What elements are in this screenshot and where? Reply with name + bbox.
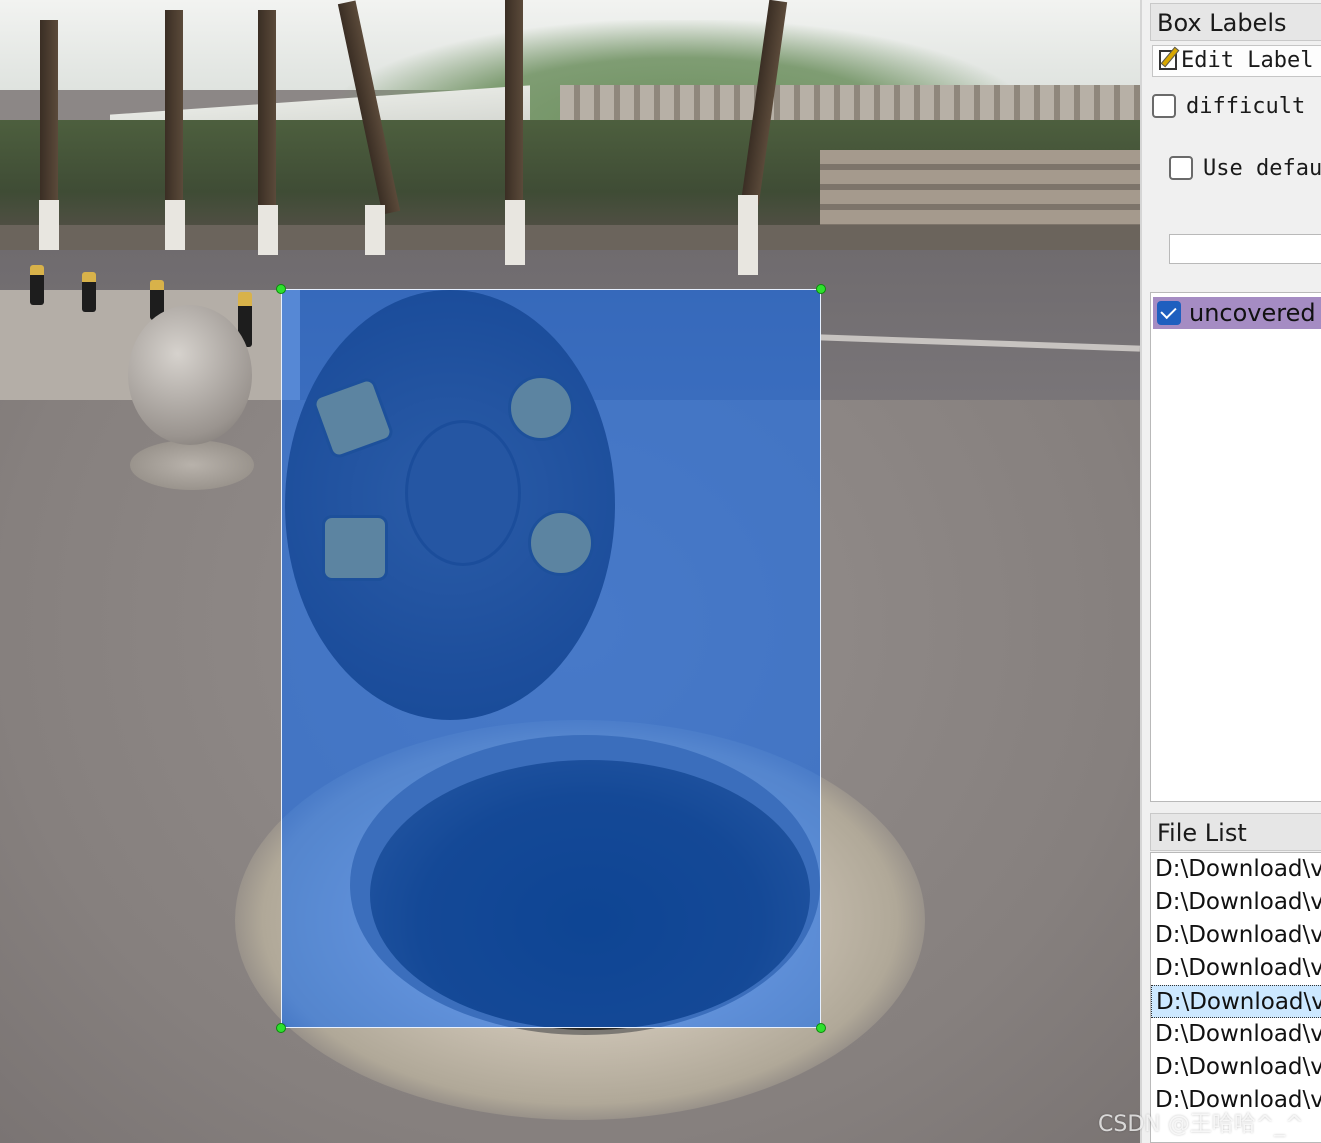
photo-tree-base [505,200,525,265]
watermark: CSDN @王哈哈^_^ [1098,1112,1304,1137]
bbox-handle-bottom-right[interactable] [816,1023,826,1033]
default-label-input[interactable] [1169,234,1321,264]
file-list-item[interactable]: D:\Download\v [1151,886,1321,919]
bbox-handle-top-left[interactable] [276,284,286,294]
photo-bollard [82,272,96,312]
bbox-handle-top-right[interactable] [816,284,826,294]
file-list-item[interactable]: D:\Download\v [1151,952,1321,985]
photo-tree-base [365,205,385,255]
file-list[interactable]: D:\Download\v D:\Download\v D:\Download\… [1150,852,1321,1143]
photo-tree-trunk [258,10,276,215]
box-labels-title: Box Labels [1150,3,1321,41]
photo-tree-base [165,200,185,250]
label-item-text: uncovered [1189,299,1316,327]
photo-tree-trunk [505,0,523,205]
file-list-item-selected[interactable]: D:\Download\v [1151,985,1321,1018]
edit-label-button[interactable]: Edit Label [1152,45,1321,77]
use-default-label-row[interactable]: Use defaul [1169,156,1321,181]
difficult-checkbox[interactable] [1152,94,1176,118]
photo-bollard [30,265,44,305]
file-list-title: File List [1150,813,1321,851]
label-list[interactable]: uncovered [1150,292,1321,802]
photo-tree-trunk [165,10,183,210]
photo-stone-ball [128,305,252,445]
file-list-item[interactable]: D:\Download\v [1151,919,1321,952]
bbox-handle-bottom-left[interactable] [276,1023,286,1033]
label-checkbox-checked[interactable] [1157,301,1181,325]
edit-icon [1159,50,1177,70]
photo-stone-ball-base [130,440,254,490]
difficult-checkbox-row[interactable]: difficult [1152,94,1305,119]
edit-label-text: Edit Label [1181,48,1314,73]
photo-tree-trunk [40,20,58,210]
difficult-label: difficult [1186,94,1306,119]
file-list-item[interactable]: D:\Download\v [1151,1018,1321,1051]
use-default-label-checkbox[interactable] [1169,156,1193,180]
label-list-item[interactable]: uncovered [1153,297,1321,329]
annotation-bounding-box[interactable] [276,284,826,1033]
photo-tree-base [258,205,278,255]
use-default-label-text: Use defaul [1203,156,1321,181]
photo-tree-base [738,195,758,275]
file-list-item[interactable]: D:\Download\v [1151,1051,1321,1084]
right-dock: Box Labels Edit Label difficult Use defa… [1140,0,1321,1143]
photo-tree-base [39,200,59,250]
file-list-item[interactable]: D:\Download\v [1151,853,1321,886]
image-canvas[interactable] [0,0,1140,1143]
